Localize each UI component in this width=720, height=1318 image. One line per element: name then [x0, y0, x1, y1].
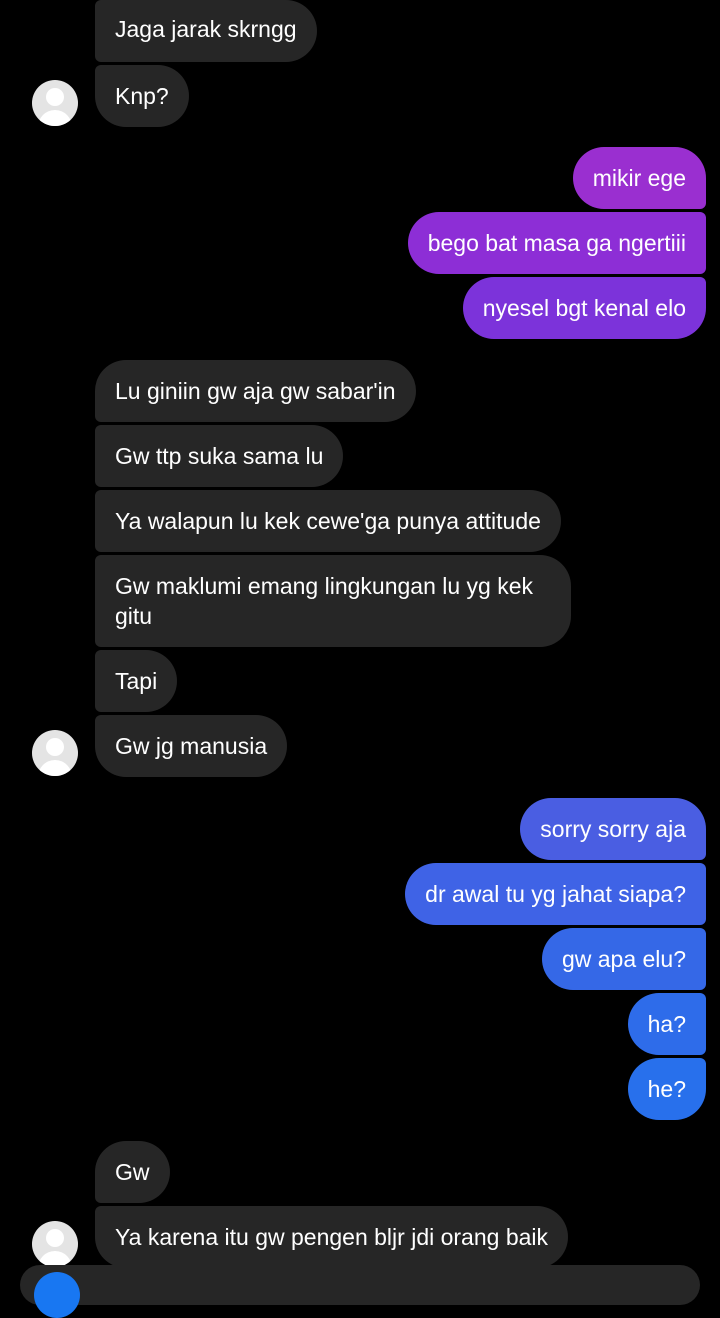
messenger-icon[interactable] [34, 1272, 80, 1318]
message-bubble-incoming[interactable]: Gw jg manusia [95, 715, 288, 777]
message-bubble-outgoing[interactable]: mikir ege [572, 147, 706, 209]
message-bubble-outgoing[interactable]: ha? [627, 993, 706, 1055]
avatar-icon[interactable] [32, 1221, 78, 1267]
avatar-icon[interactable] [32, 730, 78, 776]
message-bubble-outgoing[interactable]: nyesel bgt kenal elo [462, 277, 706, 339]
message-bubble-outgoing[interactable]: sorry sorry aja [520, 798, 706, 860]
avatar-icon[interactable] [32, 80, 78, 126]
message-bubble-incoming[interactable]: Jaga jarak skrngg [95, 0, 317, 62]
message-composer[interactable] [20, 1265, 700, 1305]
message-bubble-incoming[interactable]: Lu giniin gw aja gw sabar'in [95, 360, 416, 422]
message-bubble-incoming[interactable]: Tapi [95, 650, 178, 712]
message-bubble-incoming[interactable]: Ya karena itu gw pengen bljr jdi orang b… [95, 1206, 569, 1268]
message-bubble-incoming[interactable]: Knp? [95, 65, 189, 127]
message-bubble-incoming[interactable]: Gw ttp suka sama lu [95, 425, 344, 487]
message-bubble-incoming[interactable]: Gw [95, 1141, 170, 1203]
message-bubble-outgoing[interactable]: bego bat masa ga ngertiii [407, 212, 706, 274]
message-bubble-outgoing[interactable]: dr awal tu yg jahat siapa? [405, 863, 706, 925]
message-bubble-incoming[interactable]: Gw maklumi emang lingkungan lu yg kek gi… [95, 555, 571, 647]
message-bubble-outgoing[interactable]: he? [627, 1058, 706, 1120]
message-bubble-incoming[interactable]: Ya walapun lu kek cewe'ga punya attitude [95, 490, 561, 552]
message-bubble-outgoing[interactable]: gw apa elu? [541, 928, 706, 990]
